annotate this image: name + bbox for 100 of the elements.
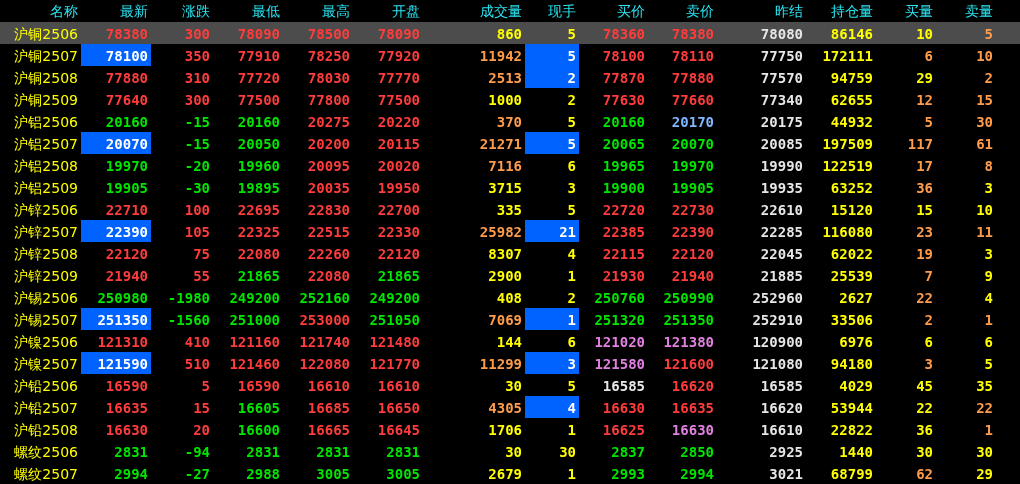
table-cell: 77910	[237, 48, 280, 64]
table-cell: 2	[924, 312, 933, 328]
table-cell: 11942	[479, 48, 522, 64]
table-cell: -15	[184, 114, 210, 130]
table-cell: 44932	[830, 114, 873, 130]
table-cell: 77750	[760, 48, 803, 64]
table-cell: 19	[916, 246, 933, 262]
contract-name[interactable]: 沪铝2506	[14, 114, 78, 130]
contract-name[interactable]: 沪铜2508	[14, 70, 78, 86]
table-cell: 16620	[760, 400, 803, 416]
table-cell: 22385	[602, 224, 645, 240]
table-cell: 121770	[369, 356, 420, 372]
table-cell: 22390	[671, 224, 714, 240]
contract-name[interactable]: 螺纹2506	[14, 444, 78, 460]
table-cell: 77880	[671, 70, 714, 86]
table-cell: 19960	[237, 158, 280, 174]
table-cell: 9	[984, 268, 993, 284]
table-cell: 55	[193, 268, 210, 284]
table-cell: 21885	[760, 268, 803, 284]
table-cell: 29	[976, 466, 993, 482]
table-cell: 6976	[839, 334, 873, 350]
column-header[interactable]: 开盘	[353, 0, 423, 22]
table-cell: 121020	[594, 334, 645, 350]
contract-name[interactable]: 沪锌2506	[14, 202, 78, 218]
table-cell: 16645	[377, 422, 420, 438]
contract-name[interactable]: 沪锡2507	[14, 312, 78, 328]
table-cell: 20020	[377, 158, 420, 174]
table-cell: 16650	[377, 400, 420, 416]
table-cell: -1560	[167, 312, 210, 328]
table-cell: 253000	[299, 312, 350, 328]
contract-name[interactable]: 沪铅2508	[14, 422, 78, 438]
contract-name[interactable]: 沪锡2506	[14, 290, 78, 306]
column-header[interactable]: 持仓量	[806, 0, 876, 22]
table-cell: 22710	[105, 202, 148, 218]
contract-name[interactable]: 沪铝2509	[14, 180, 78, 196]
table-cell: 22515	[307, 224, 350, 240]
table-cell: 251320	[594, 312, 645, 328]
table-cell: 78500	[307, 26, 350, 42]
table-cell: 249200	[369, 290, 420, 306]
table-cell: 5	[984, 26, 993, 42]
table-cell: 252960	[752, 290, 803, 306]
column-header[interactable]: 最低	[213, 0, 283, 22]
column-header[interactable]: 买量	[876, 0, 936, 22]
table-cell: 29	[916, 70, 933, 86]
table-cell: 251050	[369, 312, 420, 328]
table-cell: 300	[184, 26, 210, 42]
table-cell: 5	[567, 48, 576, 64]
table-cell: 3	[567, 356, 576, 372]
contract-name[interactable]: 沪镍2506	[14, 334, 78, 350]
table-cell: 20070	[671, 136, 714, 152]
table-cell: 8	[984, 158, 993, 174]
column-header[interactable]: 涨跌	[151, 0, 213, 22]
column-header[interactable]: 昨结	[717, 0, 806, 22]
table-cell: 122519	[822, 158, 873, 174]
column-header[interactable]: 成交量	[423, 0, 525, 22]
table-cell: 121080	[752, 356, 803, 372]
selected-row-highlight[interactable]: 沪铜2506 78380 300 78090 78500 78090 860 5 78360 78380 78080 86146 10 5	[0, 22, 1020, 44]
contract-name[interactable]: 沪锌2509	[14, 268, 78, 284]
contract-name[interactable]: 沪镍2507	[14, 356, 78, 372]
table-cell: 19970	[671, 158, 714, 174]
column-header[interactable]: 买价	[579, 0, 648, 22]
table-cell: 16610	[307, 378, 350, 394]
table-cell: 4	[984, 290, 993, 306]
table-cell: 20035	[307, 180, 350, 196]
contract-name[interactable]: 沪铜2506	[14, 26, 78, 42]
table-cell: 2988	[246, 466, 280, 482]
table-cell: 77500	[377, 92, 420, 108]
table-cell: 5	[201, 378, 210, 394]
column-header[interactable]: 卖量	[936, 0, 996, 22]
table-cell: 16625	[602, 422, 645, 438]
column-header[interactable]: 卖价	[648, 0, 717, 22]
column-header[interactable]: 现手	[525, 0, 579, 22]
table-cell: 120900	[752, 334, 803, 350]
contract-name[interactable]: 沪铅2507	[14, 400, 78, 416]
table-cell: 252160	[299, 290, 350, 306]
contract-name[interactable]: 沪铝2508	[14, 158, 78, 174]
contract-name[interactable]: 沪锌2507	[14, 224, 78, 240]
table-cell: 94180	[830, 356, 873, 372]
contract-name[interactable]: 沪铜2507	[14, 48, 78, 64]
table-cell: 78100	[602, 48, 645, 64]
contract-name[interactable]: 螺纹2507	[14, 466, 78, 482]
table-cell: 77870	[602, 70, 645, 86]
table-cell: 350	[184, 48, 210, 64]
table-cell: 53944	[830, 400, 873, 416]
table-cell: 36	[916, 180, 933, 196]
table-cell: 20160	[602, 114, 645, 130]
table-cell: 20170	[671, 114, 714, 130]
table-cell: 197509	[822, 136, 873, 152]
table-cell: 252910	[752, 312, 803, 328]
column-header[interactable]: 名称	[0, 0, 81, 22]
table-cell: 30	[976, 114, 993, 130]
table-cell: 121480	[369, 334, 420, 350]
contract-name[interactable]: 沪铜2509	[14, 92, 78, 108]
contract-name[interactable]: 沪铅2506	[14, 378, 78, 394]
table-cell: 20175	[760, 114, 803, 130]
column-header[interactable]: 最新	[81, 0, 151, 22]
contract-name[interactable]: 沪锌2508	[14, 246, 78, 262]
contract-name[interactable]: 沪铝2507	[14, 136, 78, 152]
table-cell: 20115	[377, 136, 420, 152]
column-header[interactable]: 最高	[283, 0, 353, 22]
